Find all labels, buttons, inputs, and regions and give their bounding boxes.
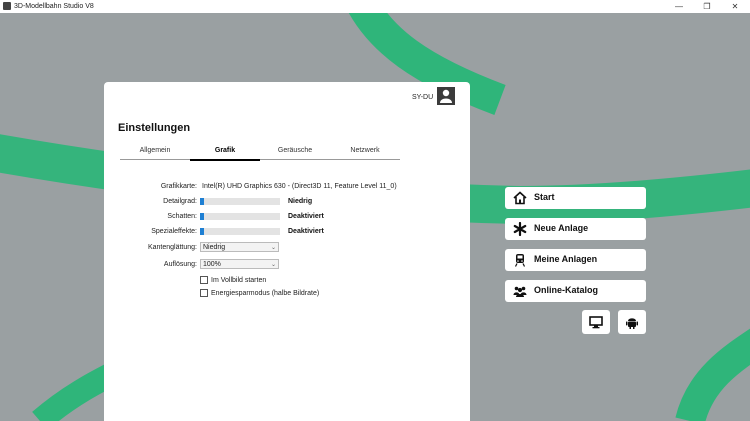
chevron-down-icon: ⌄ bbox=[270, 245, 276, 251]
effects-value: Deaktiviert bbox=[288, 228, 324, 235]
graphics-card-value: Intel(R) UHD Graphics 630 - (Direct3D 11… bbox=[202, 183, 397, 190]
fullscreen-label: Im Vollbild starten bbox=[211, 277, 267, 284]
detail-value: Niedrig bbox=[288, 198, 313, 205]
window-title: 3D-Modellbahn Studio V8 bbox=[14, 3, 94, 10]
my-layouts-label: Meine Anlagen bbox=[534, 254, 598, 264]
resolution-value: 100% bbox=[203, 261, 221, 268]
antialiasing-select[interactable]: Niedrig ⌄ bbox=[200, 242, 279, 252]
train-icon bbox=[514, 254, 526, 267]
shadow-value: Deaktiviert bbox=[288, 213, 324, 220]
eco-mode-checkbox[interactable] bbox=[200, 289, 208, 297]
detail-slider-fill bbox=[200, 198, 204, 205]
antialiasing-value: Niedrig bbox=[203, 244, 226, 251]
my-layouts-button[interactable]: Meine Anlagen bbox=[505, 249, 646, 271]
minimize-button[interactable]: — bbox=[672, 1, 686, 12]
start-button[interactable]: Start bbox=[505, 187, 646, 209]
eco-mode-label: Energiesparmodus (halbe Bildrate) bbox=[211, 290, 320, 297]
desktop-icon bbox=[589, 316, 603, 329]
people-icon bbox=[513, 286, 527, 297]
avatar[interactable] bbox=[437, 87, 455, 105]
online-catalog-label: Online-Katalog bbox=[534, 285, 599, 295]
close-button[interactable]: ✕ bbox=[728, 1, 742, 12]
user-name: SY-DU bbox=[412, 94, 434, 101]
resolution-label: Auflösung: bbox=[163, 261, 197, 268]
tab-geraeusche[interactable]: Geräusche bbox=[260, 145, 330, 160]
effects-slider[interactable] bbox=[200, 228, 280, 235]
detail-label: Detailgrad: bbox=[163, 198, 197, 205]
android-icon bbox=[626, 318, 638, 329]
house-icon bbox=[513, 191, 527, 205]
antialiasing-label: Kantenglättung: bbox=[147, 244, 197, 251]
detail-slider[interactable] bbox=[200, 198, 280, 205]
chevron-down-icon: ⌄ bbox=[270, 262, 276, 268]
app-icon bbox=[3, 2, 11, 10]
effects-label: Spezialeffekte: bbox=[151, 228, 197, 235]
shadow-slider[interactable] bbox=[200, 213, 280, 220]
desktop-button[interactable] bbox=[582, 310, 610, 334]
new-layout-button[interactable]: Neue Anlage bbox=[505, 218, 646, 240]
title-bar: 3D-Modellbahn Studio V8 — ❐ ✕ bbox=[0, 0, 750, 13]
new-layout-label: Neue Anlage bbox=[534, 223, 589, 233]
shadow-label: Schatten: bbox=[167, 213, 197, 220]
asterisk-icon bbox=[513, 222, 527, 236]
tab-grafik[interactable]: Grafik bbox=[190, 145, 260, 161]
page-title: Einstellungen bbox=[118, 122, 191, 134]
start-label: Start bbox=[534, 192, 555, 202]
tab-netzwerk[interactable]: Netzwerk bbox=[330, 145, 400, 160]
online-catalog-button[interactable]: Online-Katalog bbox=[505, 280, 646, 302]
user-icon bbox=[440, 89, 452, 103]
fullscreen-checkbox[interactable] bbox=[200, 276, 208, 284]
android-button[interactable] bbox=[618, 310, 646, 334]
tab-allgemein[interactable]: Allgemein bbox=[120, 145, 190, 160]
shadow-slider-fill bbox=[200, 213, 204, 220]
effects-slider-fill bbox=[200, 228, 204, 235]
settings-panel: SY-DU Einstellungen Allgemein Grafik Ger… bbox=[104, 82, 470, 421]
restore-button[interactable]: ❐ bbox=[700, 1, 714, 12]
graphics-card-label: Grafikkarte: bbox=[160, 183, 197, 190]
resolution-select[interactable]: 100% ⌄ bbox=[200, 259, 279, 269]
